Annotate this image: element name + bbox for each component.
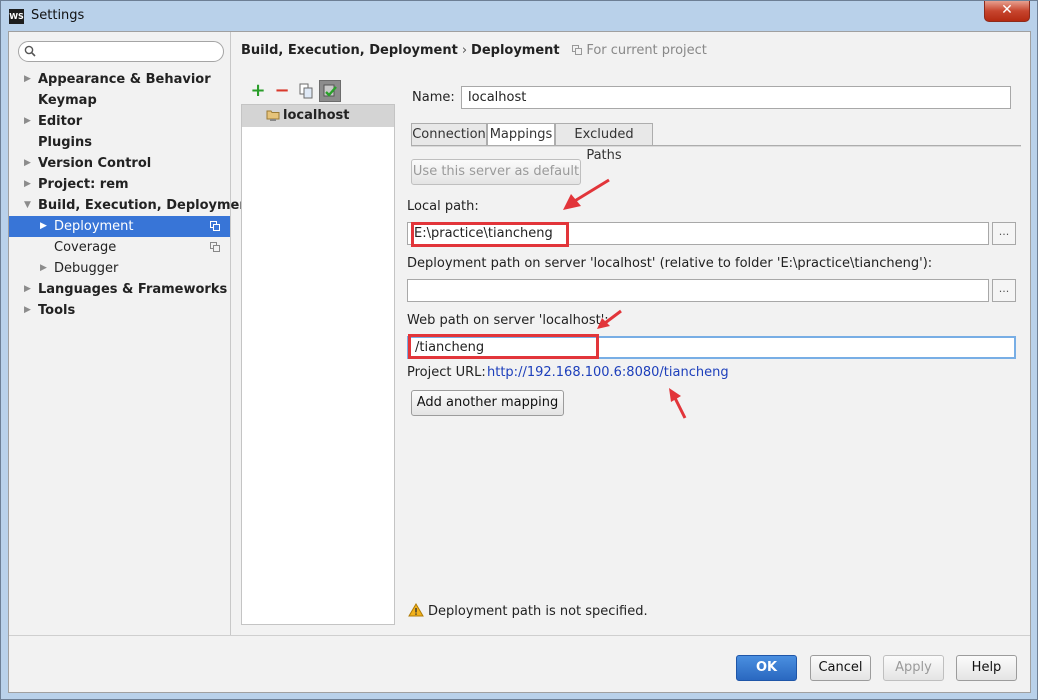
settings-sidebar: ▶ Appearance & Behavior Keymap ▶ Editor … [9,32,255,635]
server-name: localhost [283,108,350,123]
sidebar-item-deployment[interactable]: ▶ Deployment [9,216,230,237]
sidebar-item-version-control[interactable]: ▶ Version Control [9,153,230,174]
sidebar-item-label: Version Control [38,156,152,171]
project-scope-icon [210,242,220,252]
expand-arrow-icon[interactable]: ▶ [24,279,34,300]
help-button[interactable]: Help [956,655,1017,681]
project-url-link[interactable]: http://192.168.100.6:8080/tiancheng [487,365,729,380]
warning-text: Deployment path is not specified. [428,604,648,619]
settings-content: ▶ Appearance & Behavior Keymap ▶ Editor … [8,31,1031,693]
sidebar-item-editor[interactable]: ▶ Editor [9,111,230,132]
search-icon [24,45,36,57]
sidebar-item-label: Languages & Frameworks [38,282,228,297]
breadcrumb-separator: › [461,43,468,58]
breadcrumb-parent[interactable]: Build, Execution, Deployment [241,43,458,58]
local-path-field[interactable]: E:\practice\tiancheng [407,222,989,245]
settings-search-input[interactable] [18,41,224,62]
sidebar-item-label: Tools [38,303,76,318]
breadcrumb: Build, Execution, Deployment › Deployment … [241,43,707,58]
tab-divider [411,145,1021,147]
server-item-localhost[interactable]: localhost [242,105,394,127]
web-path-label: Web path on server 'localhost': [407,313,609,328]
sidebar-item-label: Project: rem [38,177,129,192]
sidebar-item-coverage[interactable]: Coverage [9,237,230,258]
copy-server-button[interactable] [295,80,317,102]
copy-icon [299,83,313,99]
tab-excluded-paths[interactable]: Excluded Paths [555,123,653,163]
scope-text: For current project [586,43,707,58]
close-window-button[interactable]: ✕ [984,1,1030,22]
sidebar-item-label: Keymap [38,93,97,108]
warning-message: Deployment path is not specified. [408,603,648,619]
check-server-icon [323,84,337,97]
ok-button[interactable]: OK [736,655,797,681]
breadcrumb-current: Deployment [471,43,560,58]
deployment-path-label: Deployment path on server 'localhost' (r… [407,256,933,271]
expand-arrow-icon[interactable]: ▶ [24,153,34,174]
add-server-button[interactable]: + [247,80,269,102]
expand-arrow-icon[interactable]: ▶ [40,216,50,237]
sidebar-item-label: Deployment [54,219,134,234]
sidebar-item-tools[interactable]: ▶ Tools [9,300,230,321]
expand-arrow-icon[interactable]: ▶ [24,111,34,132]
tab-mappings[interactable]: Mappings [487,123,555,146]
settings-window: WS Settings ✕ ▶ Appearance & Behavior Ke… [0,0,1038,700]
title-bar[interactable]: WS Settings ✕ [1,1,1037,31]
server-list: localhost [241,104,395,625]
expand-arrow-icon[interactable]: ▶ [24,300,34,321]
name-field[interactable]: localhost [461,86,1011,109]
sidebar-item-label: Build, Execution, Deployment [38,198,255,213]
deployment-path-browse-button[interactable]: ... [992,279,1016,302]
expand-arrow-icon[interactable]: ▶ [24,69,34,90]
annotation-arrow-icon [597,309,622,329]
sidebar-item-project-rem[interactable]: ▶ Project: rem [9,174,230,195]
project-scope-icon [210,221,220,231]
sidebar-item-debugger[interactable]: ▶ Debugger [9,258,230,279]
annotation-arrow-icon [563,178,610,210]
settings-tree: ▶ Appearance & Behavior Keymap ▶ Editor … [9,69,255,321]
sidebar-item-appearance-behavior[interactable]: ▶ Appearance & Behavior [9,69,230,90]
name-label: Name: [412,90,455,105]
web-path-field[interactable]: /tiancheng [407,336,1016,359]
sidebar-item-label: Plugins [38,135,92,150]
project-url-label: Project URL: [407,365,486,380]
expand-arrow-icon[interactable]: ▶ [24,174,34,195]
annotation-arrow-icon [669,388,687,419]
scope-label: For current project [572,43,707,58]
sidebar-item-build-execution-deployment[interactable]: ▼ Build, Execution, Deployment [9,195,255,216]
sidebar-item-plugins[interactable]: Plugins [9,132,230,153]
footer-divider [9,635,1030,636]
server-folder-icon [266,110,280,121]
add-another-mapping-button[interactable]: Add another mapping [411,390,564,416]
use-as-default-button[interactable]: Use this server as default [411,159,581,185]
window-title: Settings [31,8,85,23]
sidebar-item-label: Debugger [54,261,119,276]
webstorm-app-icon: WS [9,9,24,24]
project-scope-icon [572,45,583,55]
local-path-label: Local path: [407,199,479,214]
warning-icon [408,603,424,617]
sidebar-item-label: Appearance & Behavior [38,72,211,87]
expand-arrow-icon[interactable]: ▶ [40,258,50,279]
sidebar-item-languages-frameworks[interactable]: ▶ Languages & Frameworks [9,279,230,300]
apply-button[interactable]: Apply [883,655,944,681]
sidebar-item-label: Coverage [54,240,117,255]
collapse-arrow-icon[interactable]: ▼ [24,195,34,216]
deployment-path-field[interactable] [407,279,989,302]
tab-connection[interactable]: Connection [411,123,487,146]
sidebar-item-label: Editor [38,114,83,129]
set-default-server-button[interactable] [319,80,341,102]
remove-server-button[interactable]: − [271,80,293,102]
local-path-browse-button[interactable]: ... [992,222,1016,245]
cancel-button[interactable]: Cancel [810,655,871,681]
sidebar-item-keymap[interactable]: Keymap [9,90,230,111]
